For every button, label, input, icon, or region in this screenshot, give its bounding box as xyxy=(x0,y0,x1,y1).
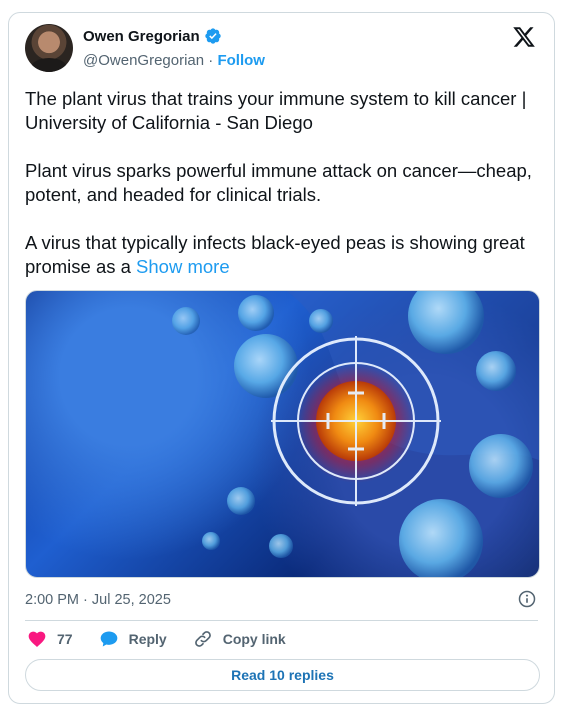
reply-bubble-icon xyxy=(100,631,117,647)
tweet-image[interactable] xyxy=(25,290,540,578)
tweet-card: Owen Gregorian @OwenGregorian · Follow T… xyxy=(8,12,555,704)
tweet-paragraph-truncated: A virus that typically infects black-eye… xyxy=(25,231,540,279)
heart-icon xyxy=(28,631,46,647)
verified-badge-icon xyxy=(205,28,221,44)
avatar[interactable] xyxy=(25,24,73,72)
action-bar: 77 Reply Copy link xyxy=(27,629,312,649)
reply-label: Reply xyxy=(128,631,167,647)
divider xyxy=(25,620,538,621)
virus-targeting-illustration xyxy=(172,291,539,577)
link-icon xyxy=(194,631,211,647)
read-replies-label: Read 10 replies xyxy=(231,667,334,683)
author-handle[interactable]: @OwenGregorian xyxy=(83,52,204,69)
tweet-paragraph: A virus that typically infects black-eye… xyxy=(25,232,525,277)
author-name[interactable]: Owen Gregorian xyxy=(83,28,200,45)
show-more-link[interactable]: Show more xyxy=(136,256,230,277)
tweet-timestamp[interactable]: 2:00 PM · Jul 25, 2025 xyxy=(25,592,171,608)
tweet-paragraph: The plant virus that trains your immune … xyxy=(25,88,527,133)
follow-button[interactable]: Follow xyxy=(217,52,265,69)
copy-link-button[interactable]: Copy link xyxy=(193,629,286,649)
info-icon[interactable] xyxy=(518,590,536,608)
copy-link-label: Copy link xyxy=(222,631,286,647)
reply-button[interactable]: Reply xyxy=(99,629,167,649)
tweet-text: The plant virus that trains your immune … xyxy=(25,87,540,303)
separator: · xyxy=(208,52,214,69)
author-name-row: Owen Gregorian xyxy=(83,27,222,45)
handle-row: @OwenGregorian · Follow xyxy=(83,52,265,69)
read-replies-button[interactable]: Read 10 replies xyxy=(25,659,540,691)
x-logo-icon[interactable] xyxy=(512,25,536,49)
tweet-paragraph: Plant virus sparks powerful immune attac… xyxy=(25,160,532,205)
like-count: 77 xyxy=(57,631,73,647)
like-button[interactable]: 77 xyxy=(27,629,73,649)
